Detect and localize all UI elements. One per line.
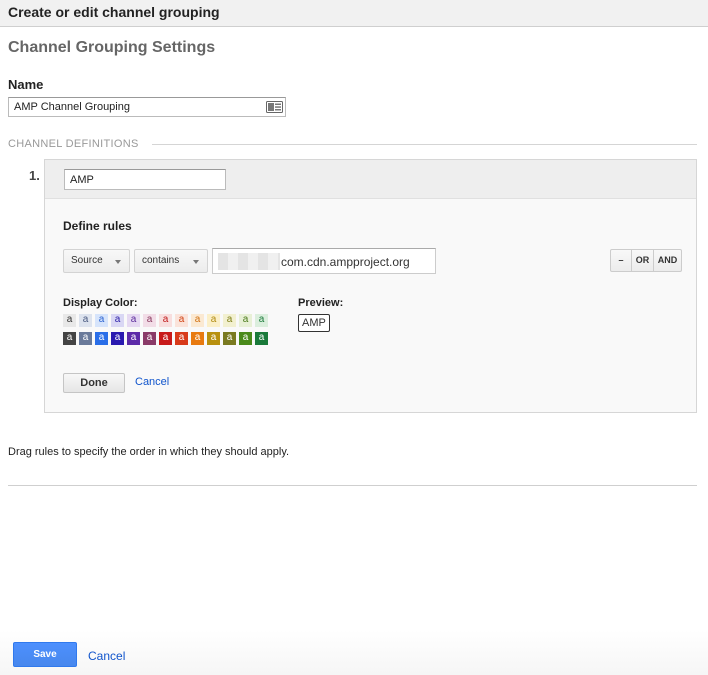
dark-color-swatch[interactable]: a — [159, 332, 172, 345]
preview-label: Preview: — [298, 297, 344, 309]
dimension-dropdown[interactable]: Source — [63, 249, 130, 273]
name-field-wrapper — [8, 97, 286, 117]
light-color-swatch[interactable]: a — [239, 314, 252, 327]
light-color-swatch[interactable]: a — [175, 314, 188, 327]
dark-color-swatch[interactable]: a — [95, 332, 108, 345]
bottom-divider — [8, 485, 697, 486]
save-button[interactable]: Save — [13, 642, 77, 667]
rule-operator-buttons: – OR AND — [610, 249, 682, 272]
light-color-swatch[interactable]: a — [255, 314, 268, 327]
light-color-swatch[interactable]: a — [79, 314, 92, 327]
channel-definition-card: Define rules Source contains com.cdn.amp… — [44, 159, 697, 413]
dark-color-swatch[interactable]: a — [143, 332, 156, 345]
light-color-swatch[interactable]: a — [191, 314, 204, 327]
light-color-swatch[interactable]: a — [63, 314, 76, 327]
footer-cancel-link[interactable]: Cancel — [88, 649, 125, 663]
dark-color-swatch[interactable]: a — [175, 332, 188, 345]
dark-color-swatch[interactable]: a — [79, 332, 92, 345]
drag-hint-text: Drag rules to specify the order in which… — [8, 446, 290, 458]
name-label: Name — [8, 77, 44, 92]
match-type-dropdown[interactable]: contains — [134, 249, 208, 273]
dark-color-swatch[interactable]: a — [255, 332, 268, 345]
light-color-swatch[interactable]: a — [127, 314, 140, 327]
channel-name-input[interactable] — [64, 169, 226, 190]
or-button[interactable]: OR — [631, 250, 653, 271]
chevron-down-icon — [115, 260, 121, 264]
and-button[interactable]: AND — [653, 250, 681, 271]
dark-color-swatch[interactable]: a — [239, 332, 252, 345]
dialog-title: Create or edit channel grouping — [8, 4, 220, 20]
dark-color-swatch[interactable]: a — [207, 332, 220, 345]
done-button[interactable]: Done — [63, 373, 125, 393]
dark-color-swatch[interactable]: a — [63, 332, 76, 345]
channel-index: 1. — [29, 168, 40, 183]
dark-color-swatch[interactable]: a — [191, 332, 204, 345]
section-divider — [152, 144, 697, 145]
dark-color-swatch[interactable]: a — [127, 332, 140, 345]
preview-badge: AMP — [298, 314, 330, 332]
contact-card-icon[interactable] — [266, 101, 283, 113]
light-color-swatch[interactable]: a — [143, 314, 156, 327]
match-type-value: contains — [142, 255, 180, 266]
dark-color-swatch[interactable]: a — [111, 332, 124, 345]
define-rules-heading: Define rules — [63, 219, 132, 233]
dialog-footer: Save Cancel — [0, 630, 708, 675]
light-color-swatch[interactable]: a — [159, 314, 172, 327]
dark-color-swatch[interactable]: a — [223, 332, 236, 345]
chevron-down-icon — [193, 260, 199, 264]
light-color-swatch[interactable]: a — [223, 314, 236, 327]
settings-heading: Channel Grouping Settings — [8, 39, 216, 56]
dialog-titlebar: Create or edit channel grouping — [0, 0, 708, 27]
channel-cancel-link[interactable]: Cancel — [135, 376, 169, 388]
rule-value-text: com.cdn.ampproject.org — [281, 255, 410, 269]
name-input[interactable] — [9, 98, 259, 116]
light-color-swatch[interactable]: a — [95, 314, 108, 327]
light-color-swatch[interactable]: a — [111, 314, 124, 327]
light-color-swatch[interactable]: a — [207, 314, 220, 327]
remove-condition-button[interactable]: – — [611, 250, 631, 271]
rules-panel: Define rules Source contains com.cdn.amp… — [45, 198, 696, 412]
redacted-text — [218, 253, 280, 270]
dimension-value: Source — [71, 255, 103, 266]
channel-definitions-label: CHANNEL DEFINITIONS — [8, 138, 139, 150]
rule-value-input[interactable]: com.cdn.ampproject.org — [212, 248, 436, 274]
display-color-label: Display Color: — [63, 297, 138, 309]
